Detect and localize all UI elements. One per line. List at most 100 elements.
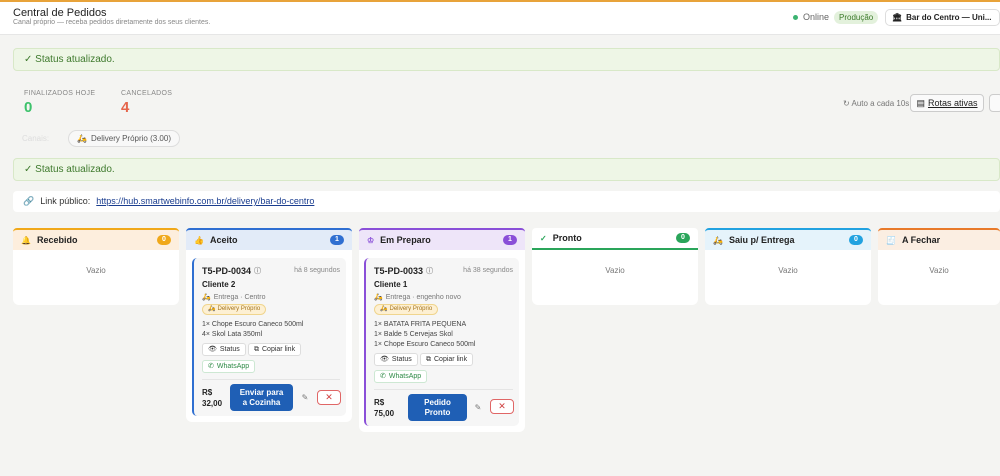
public-link-label: Link público: bbox=[40, 196, 91, 206]
info-icon: ⓘ bbox=[426, 268, 434, 275]
scooter-icon: 🛵 bbox=[208, 306, 216, 312]
order-item: 1× Chope Escuro Caneco 500ml bbox=[374, 341, 476, 348]
action-line: Pronto bbox=[424, 407, 451, 417]
empty-label: Vazio bbox=[778, 266, 798, 275]
scooter-icon: 🛵 bbox=[77, 134, 87, 143]
order-items: 1× Chope Escuro Caneco 500ml 4× Skol Lat… bbox=[202, 320, 303, 340]
order-items: 1× BATATA FRITA PEQUENA 1× Balde 5 Cerve… bbox=[374, 320, 475, 350]
column-body-recebido: Vazio bbox=[13, 250, 179, 305]
divider bbox=[202, 379, 340, 380]
order-type: 🛵 Entrega · engenho novo bbox=[374, 293, 461, 302]
copy-link-label: Copiar link bbox=[434, 356, 468, 363]
cancel-order-button[interactable]: ✕ bbox=[317, 390, 341, 405]
more-button[interactable] bbox=[989, 94, 1000, 112]
order-time: há 8 segundos bbox=[294, 267, 340, 274]
delivery-tag: 🛵 Delivery Próprio bbox=[202, 304, 267, 315]
whatsapp-button[interactable]: ✆ WhatsApp bbox=[202, 360, 256, 373]
check-circle-icon: ✓ bbox=[540, 233, 547, 243]
map-icon: ▤ bbox=[916, 98, 925, 108]
bell-icon: 🔔 bbox=[21, 235, 31, 245]
empty-label: Vazio bbox=[605, 266, 625, 275]
status-button-label: Status bbox=[219, 346, 240, 353]
column-count: 1 bbox=[330, 235, 344, 245]
whatsapp-label: WhatsApp bbox=[216, 363, 250, 370]
status-button-label: Status bbox=[391, 356, 412, 363]
delivery-tag: 🛵 Delivery Próprio bbox=[374, 304, 439, 315]
note-icon[interactable]: ✎ bbox=[473, 403, 483, 413]
column-body-a-fechar: Vazio bbox=[878, 250, 1000, 305]
order-item: 1× BATATA FRITA PEQUENA bbox=[374, 321, 467, 328]
app-header: Central de Pedidos Canal próprio — receb… bbox=[0, 2, 1000, 35]
order-code: T5-PD-0034 ⓘ bbox=[202, 266, 261, 276]
copy-link-button[interactable]: ⧉ Copiar link bbox=[420, 353, 474, 366]
online-label: Online bbox=[803, 12, 830, 22]
order-price: R$ 75,00 bbox=[374, 397, 394, 419]
info-icon: ⓘ bbox=[254, 268, 262, 275]
rotas-label: Rotas ativas bbox=[927, 98, 978, 108]
channel-chip[interactable]: 🛵 Delivery Próprio (3.00) bbox=[68, 130, 180, 147]
status-button[interactable]: 👁 Status bbox=[374, 353, 418, 366]
scooter-icon: 🛵 bbox=[380, 306, 388, 312]
column-title: Saiu p/ Entrega bbox=[728, 235, 795, 245]
channel-chip-label: Delivery Próprio (3.00) bbox=[90, 134, 171, 143]
order-card[interactable]: T5-PD-0034 ⓘ há 8 segundos Cliente 2 🛵 E… bbox=[192, 258, 346, 416]
stat-label: CANCELADOS bbox=[121, 90, 173, 97]
column-title: Recebido bbox=[36, 235, 78, 245]
column-header-saiu-entrega: 🛵 Saiu p/ Entrega 0 bbox=[705, 228, 871, 250]
order-type: 🛵 Entrega · Centro bbox=[202, 293, 266, 302]
price-currency: R$ bbox=[374, 398, 385, 407]
copy-link-label: Copiar link bbox=[262, 346, 296, 353]
scooter-icon: 🛵 bbox=[374, 294, 383, 301]
whatsapp-button[interactable]: ✆ WhatsApp bbox=[374, 370, 428, 383]
stat-value: 0 bbox=[24, 99, 33, 116]
column-header-em-preparo: ♔ Em Preparo 1 bbox=[359, 228, 525, 250]
thumbs-up-icon: 👍 bbox=[194, 235, 204, 245]
order-type-text: Entrega · Centro bbox=[213, 293, 266, 301]
send-to-kitchen-button[interactable]: Enviar para a Cozinha bbox=[230, 384, 293, 411]
stat-cancelados: CANCELADOS 4 bbox=[121, 90, 172, 116]
order-code-text: T5-PD-0033 bbox=[374, 266, 424, 276]
chef-hat-icon: ♔ bbox=[367, 235, 375, 245]
alert-status-updated: ✓ Status atualizado. bbox=[13, 48, 1000, 71]
whatsapp-label: WhatsApp bbox=[388, 373, 422, 380]
action-line: a Cozinha bbox=[242, 397, 281, 407]
order-card[interactable]: T5-PD-0033 ⓘ há 38 segundos Cliente 1 🛵 … bbox=[364, 258, 519, 426]
store-selector[interactable]: 🏛 Bar do Centro — Uni... bbox=[885, 9, 1000, 26]
channels-label: Canais: bbox=[22, 134, 50, 143]
public-link-url[interactable]: https://hub.smartwebinfo.com.br/delivery… bbox=[96, 191, 314, 212]
eye-icon: 👁 bbox=[208, 346, 217, 353]
divider bbox=[374, 389, 513, 390]
column-title: Pronto bbox=[552, 233, 582, 243]
price-currency: R$ bbox=[202, 388, 213, 397]
delivery-tag-text: Delivery Próprio bbox=[217, 306, 261, 312]
price-value: 75,00 bbox=[374, 409, 395, 418]
order-price: R$ 32,00 bbox=[202, 387, 222, 409]
order-time: há 38 segundos bbox=[463, 267, 513, 274]
column-title: Aceito bbox=[209, 235, 238, 245]
order-ready-button[interactable]: Pedido Pronto bbox=[408, 394, 467, 421]
delivery-tag-text: Delivery Próprio bbox=[389, 306, 433, 312]
order-code-text: T5-PD-0034 bbox=[202, 266, 252, 276]
column-header-pronto: ✓ Pronto 0 bbox=[532, 228, 698, 250]
column-header-recebido: 🔔 Recebido 0 bbox=[13, 228, 179, 250]
price-value: 32,00 bbox=[202, 399, 223, 408]
cancel-order-button[interactable]: ✕ bbox=[490, 399, 514, 414]
copy-icon: ⧉ bbox=[254, 346, 259, 353]
scooter-icon: 🛵 bbox=[713, 235, 723, 245]
copy-icon: ⧉ bbox=[426, 356, 431, 363]
note-icon[interactable]: ✎ bbox=[300, 393, 310, 403]
column-body-saiu-entrega: Vazio bbox=[705, 250, 871, 305]
online-status: Online bbox=[793, 12, 829, 22]
public-link-bar: 🔗 Link público: https://hub.smartwebinfo… bbox=[13, 191, 1000, 212]
receipt-icon: 🧾 bbox=[886, 235, 896, 245]
order-client: Cliente 2 bbox=[202, 280, 236, 289]
page-title: Central de Pedidos bbox=[13, 7, 107, 19]
rotas-ativas-button[interactable]: ▤ Rotas ativas bbox=[910, 94, 984, 112]
copy-link-button[interactable]: ⧉ Copiar link bbox=[248, 343, 302, 356]
status-button[interactable]: 👁 Status bbox=[202, 343, 246, 356]
store-icon: 🏛 bbox=[892, 13, 903, 22]
auto-refresh-label: Auto a cada 10s bbox=[851, 99, 910, 108]
empty-label: Vazio bbox=[929, 266, 949, 275]
column-title: A Fechar bbox=[901, 235, 941, 245]
column-count: 0 bbox=[676, 233, 690, 243]
